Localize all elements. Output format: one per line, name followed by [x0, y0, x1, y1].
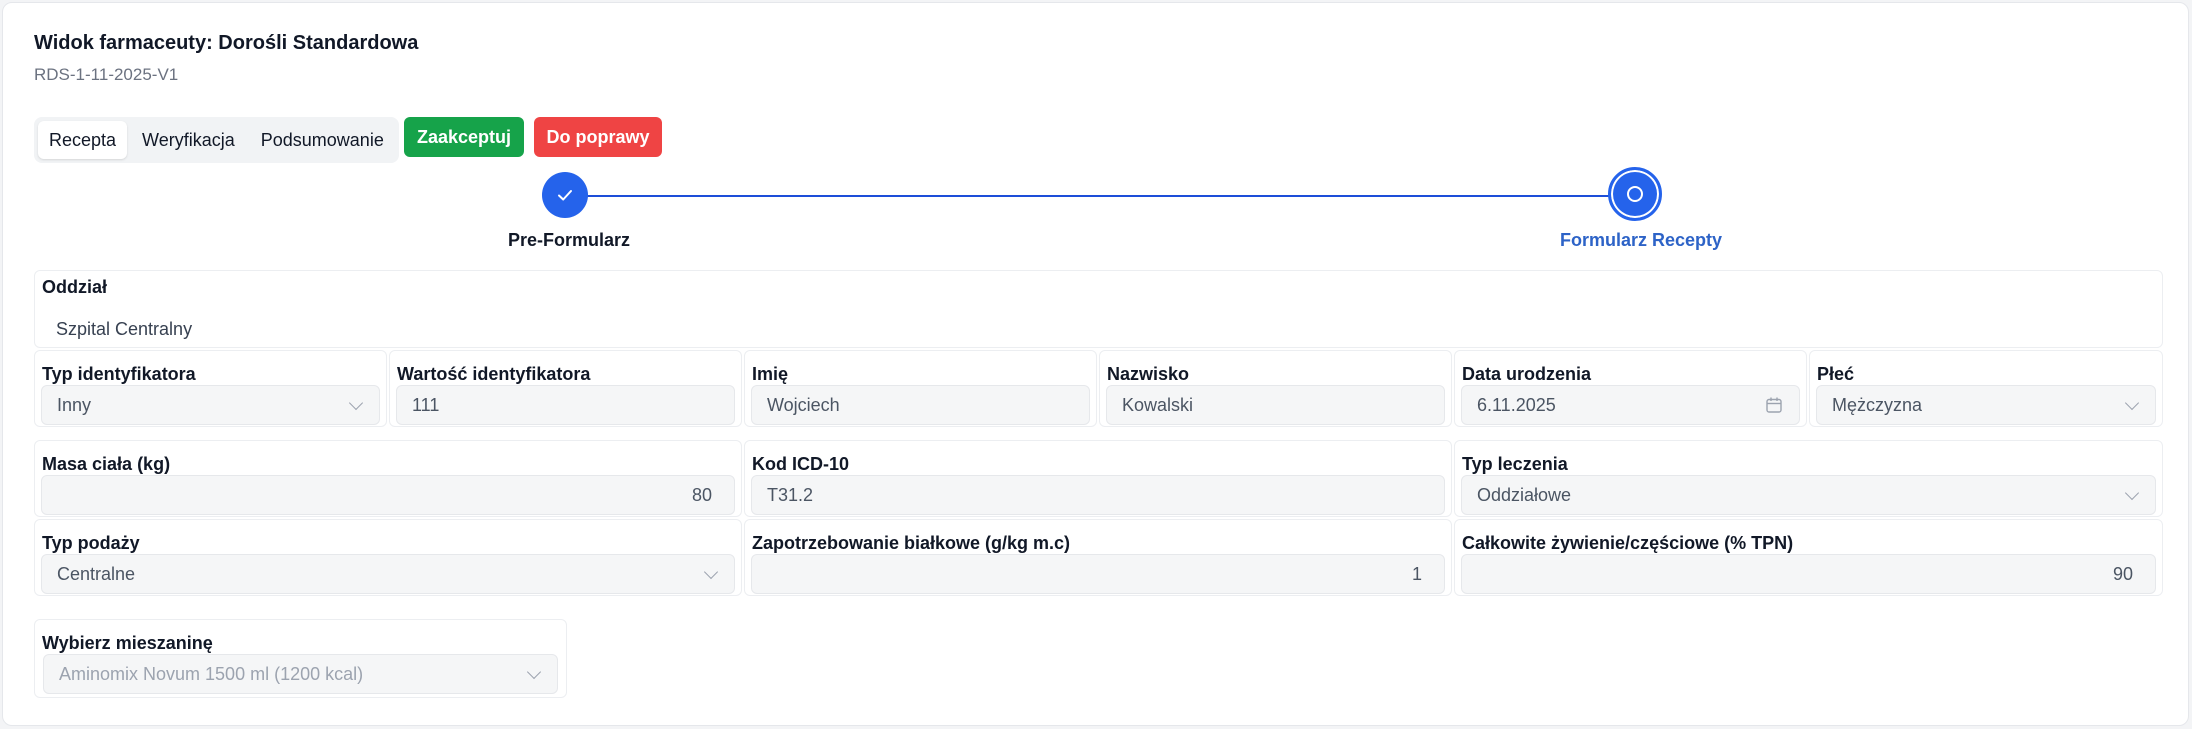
accept-button[interactable]: Zaakceptuj: [404, 117, 524, 157]
id-type-select[interactable]: Inny: [41, 385, 380, 425]
first-name-label: Imię: [752, 364, 789, 384]
chevron-down-icon: [703, 564, 719, 580]
tab-weryfikacja[interactable]: Weryfikacja: [131, 121, 246, 159]
step-pre-formularz[interactable]: [542, 172, 588, 218]
icd-group: Kod ICD-10 T31.2: [744, 440, 1452, 517]
weight-input[interactable]: 80: [41, 475, 735, 515]
id-type-group: Typ identyfikatora Inny: [34, 350, 387, 427]
id-type-value: Inny: [57, 394, 92, 415]
id-value-group: Wartość identyfikatora 111: [389, 350, 742, 427]
chevron-down-icon: [2124, 395, 2140, 411]
chevron-down-icon: [2124, 485, 2140, 501]
weight-label: Masa ciała (kg): [42, 454, 171, 474]
sex-select[interactable]: Mężczyzna: [1816, 385, 2156, 425]
treatment-type-group: Typ leczenia Oddziałowe: [1454, 440, 2163, 517]
return-for-correction-button[interactable]: Do poprawy: [534, 117, 662, 157]
mixture-group: Wybierz mieszaninę Aminomix Novum 1500 m…: [34, 619, 567, 698]
department-value: Szpital Centralny: [56, 318, 193, 339]
tab-recepta[interactable]: Recepta: [38, 121, 128, 159]
sex-group: Płeć Mężczyzna: [1809, 350, 2163, 427]
department-group: Oddział Szpital Centralny: [34, 270, 2163, 348]
icd-label: Kod ICD-10: [752, 454, 850, 474]
last-name-input[interactable]: Kowalski: [1106, 385, 1445, 425]
page-title: Widok farmaceuty: Dorośli Standardowa: [34, 32, 419, 54]
supply-type-label: Typ podaży: [42, 533, 140, 553]
id-type-label: Typ identyfikatora: [42, 364, 196, 384]
stepper-connector: [564, 195, 1634, 197]
protein-label: Zapotrzebowanie białkowe (g/kg m.c): [752, 533, 1071, 553]
last-name-group: Nazwisko Kowalski: [1099, 350, 1452, 427]
tab-list: Recepta Weryfikacja Podsumowanie: [34, 117, 399, 163]
sex-value: Mężczyzna: [1832, 394, 1923, 415]
protein-group: Zapotrzebowanie białkowe (g/kg m.c) 1: [744, 519, 1452, 596]
treatment-type-label: Typ leczenia: [1462, 454, 1568, 474]
id-value-input[interactable]: 111: [396, 385, 735, 425]
icd-input[interactable]: T31.2: [751, 475, 1445, 515]
supply-type-group: Typ podaży Centralne: [34, 519, 742, 596]
sex-label: Płeć: [1817, 364, 1855, 384]
calendar-icon[interactable]: [1765, 396, 1783, 414]
id-value-label: Wartość identyfikatora: [397, 364, 591, 384]
pharmacist-view-card: Widok farmaceuty: Dorośli Standardowa RD…: [2, 2, 2189, 726]
birth-date-input[interactable]: 6.11.2025: [1461, 385, 1800, 425]
step-label-formularz-recepty: Formularz Recepty: [1560, 230, 1723, 250]
chevron-down-icon: [348, 395, 364, 411]
department-label: Oddział: [42, 277, 108, 297]
tpn-input[interactable]: 90: [1461, 554, 2156, 594]
tpn-label: Całkowite żywienie/częściowe (% TPN): [1462, 533, 1794, 553]
mixture-label: Wybierz mieszaninę: [42, 633, 213, 653]
first-name-input[interactable]: Wojciech: [751, 385, 1090, 425]
tab-podsumowanie[interactable]: Podsumowanie: [250, 121, 395, 159]
treatment-type-value: Oddziałowe: [1477, 484, 1572, 505]
protein-input[interactable]: 1: [751, 554, 1445, 594]
step-formularz-recepty[interactable]: [1608, 167, 1662, 221]
prescription-id: RDS-1-11-2025-V1: [34, 65, 179, 84]
mixture-value: Aminomix Novum 1500 ml (1200 kcal): [59, 663, 364, 684]
chevron-down-icon: [526, 664, 542, 680]
check-icon: [558, 190, 572, 201]
step-label-pre-formularz: Pre-Formularz: [508, 230, 631, 250]
tpn-group: Całkowite żywienie/częściowe (% TPN) 90: [1454, 519, 2163, 596]
treatment-type-select[interactable]: Oddziałowe: [1461, 475, 2156, 515]
supply-type-value: Centralne: [57, 563, 136, 584]
mixture-select[interactable]: Aminomix Novum 1500 ml (1200 kcal): [43, 654, 558, 694]
current-step-icon: [1627, 186, 1643, 202]
last-name-label: Nazwisko: [1107, 364, 1190, 384]
birth-date-label: Data urodzenia: [1462, 364, 1592, 384]
birth-date-value: 6.11.2025: [1477, 394, 1556, 415]
weight-group: Masa ciała (kg) 80: [34, 440, 742, 517]
first-name-group: Imię Wojciech: [744, 350, 1097, 427]
birth-date-group: Data urodzenia 6.11.2025: [1454, 350, 1807, 427]
supply-type-select[interactable]: Centralne: [41, 554, 735, 594]
